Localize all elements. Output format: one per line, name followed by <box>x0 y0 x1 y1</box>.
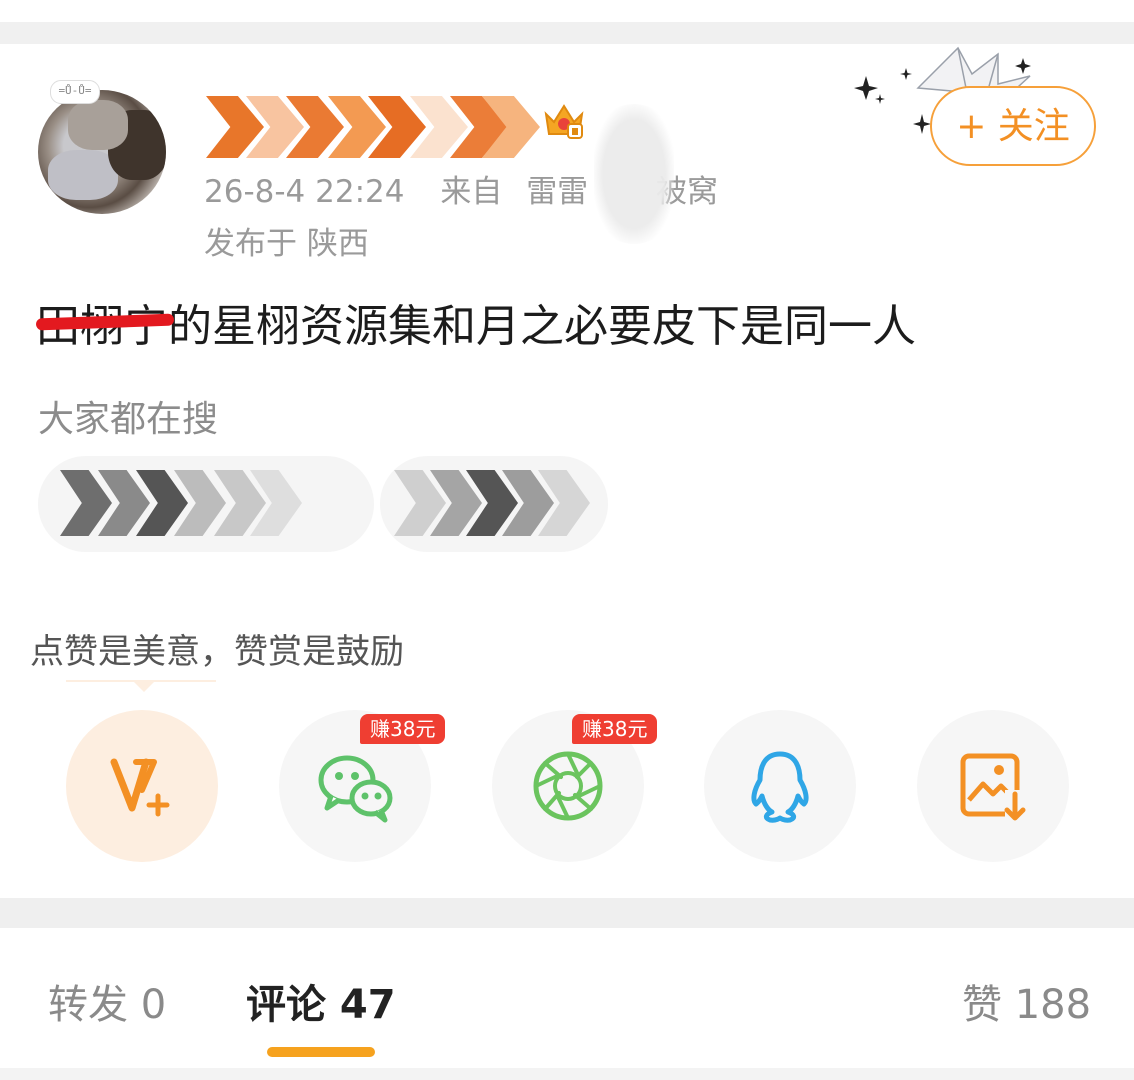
avatar-blur <box>68 100 128 150</box>
tab-likes[interactable]: 赞 188 <box>962 972 1091 1030</box>
tip-pointer <box>66 680 216 692</box>
v-plus-icon <box>110 758 170 817</box>
search-suggestion-chip[interactable] <box>380 456 608 552</box>
active-tab-indicator <box>267 1047 375 1057</box>
section-divider <box>0 898 1134 928</box>
earn-badge: 赚38元 <box>360 714 446 744</box>
avatar[interactable] <box>38 90 166 214</box>
redaction-mark <box>60 470 112 536</box>
share-qq-button[interactable] <box>704 710 856 862</box>
wechat-icon <box>318 755 393 823</box>
tab-comments[interactable]: 评论 47 <box>246 972 396 1030</box>
search-suggestion-chip[interactable] <box>38 456 374 552</box>
tab-repost[interactable]: 转发 0 <box>48 972 166 1030</box>
section-divider <box>0 22 1134 44</box>
source-prefix: 来自 <box>440 174 503 210</box>
avatar-tag: =Ů-Ů= <box>50 80 100 104</box>
save-image-icon <box>960 753 1027 822</box>
search-hint-label: 大家都在搜 <box>38 399 219 440</box>
crown-icon <box>544 104 584 139</box>
post-text: 的星栩资源集和月之必要皮下是同一人 <box>168 301 916 352</box>
follow-button[interactable]: + 关注 <box>930 86 1096 166</box>
post-timestamp: 26-8-4 22:24 <box>204 174 405 210</box>
post-location: 发布于 陕西 <box>204 226 369 262</box>
qq-icon <box>751 751 809 823</box>
reward-tip: 点赞是美意，赞赏是鼓励 <box>30 632 404 672</box>
share-vip-button[interactable] <box>66 710 218 862</box>
source-app[interactable]: 雷雷 <box>526 174 588 210</box>
bottom-divider <box>0 1068 1134 1080</box>
share-save-image-button[interactable] <box>917 710 1069 862</box>
earn-badge: 赚38元 <box>572 714 658 744</box>
top-strip <box>0 0 1134 22</box>
redaction-blur <box>594 104 674 244</box>
username-redacted[interactable] <box>206 96 540 162</box>
moments-icon <box>533 751 603 821</box>
